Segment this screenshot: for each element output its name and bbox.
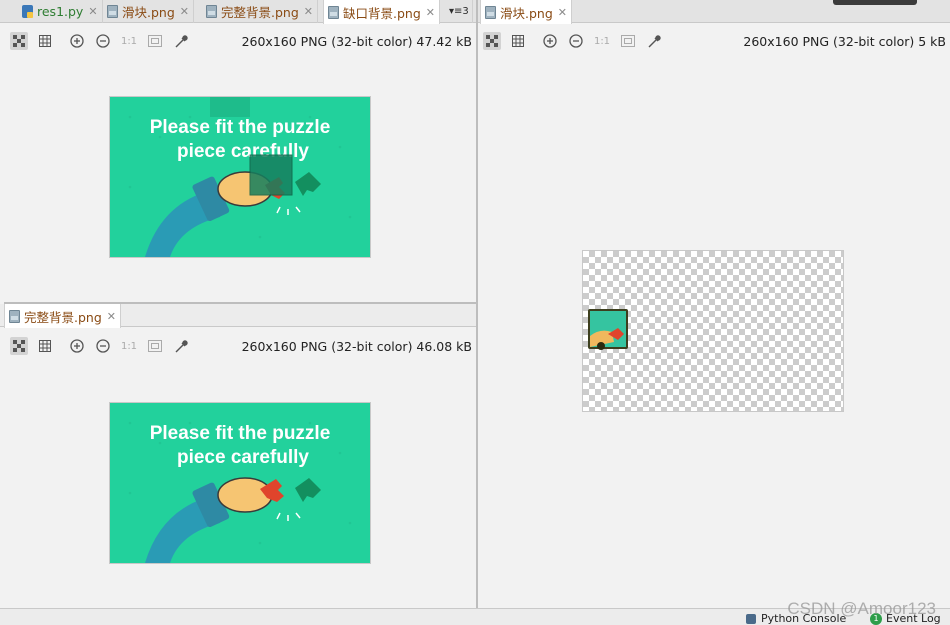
eyedropper-icon[interactable]: [172, 32, 190, 50]
actual-size-button[interactable]: 1:1: [593, 32, 611, 50]
zoom-in-icon[interactable]: [541, 32, 559, 50]
image-toolbar: 1:1 260x160 PNG (32-bit color) 46.08 kB: [0, 333, 476, 359]
image-toolbar: 1:1 260x160 PNG (32-bit color) 5 kB: [478, 28, 950, 54]
python-icon: [746, 613, 756, 624]
gap-background-image: Please fit the puzzle piece carefully: [109, 96, 371, 258]
full-background-image: Please fit the puzzle piece carefully: [109, 402, 371, 564]
tab-overflow-button[interactable]: ▾≡ 3: [446, 0, 473, 23]
image-editor-right: 滑块.png ✕ 1:1 260x160 PNG (32-bit color) …: [478, 0, 950, 608]
editor-tab-bar: res1.py ✕ 滑块.png ✕ 完整背景.png ✕ 缺口背景.png ✕…: [0, 0, 476, 24]
image-info-label: 260x160 PNG (32-bit color) 47.42 kB: [241, 34, 472, 49]
image-caption-line2: piece carefully: [177, 447, 309, 468]
actual-size-button[interactable]: 1:1: [120, 337, 138, 355]
editor-tab-bar: 完整背景.png ✕: [0, 304, 476, 328]
tab-slider-png[interactable]: 滑块.png ✕: [103, 0, 194, 23]
close-icon[interactable]: ✕: [107, 310, 116, 323]
checker-icon[interactable]: [10, 337, 28, 355]
zoom-in-icon[interactable]: [68, 32, 86, 50]
zoom-out-icon[interactable]: [94, 32, 112, 50]
tab-gap-background-png[interactable]: 缺口背景.png ✕: [323, 0, 440, 24]
watermark: CSDN @Amoor123: [787, 599, 936, 618]
close-icon[interactable]: ✕: [88, 5, 97, 18]
close-icon[interactable]: ✕: [426, 6, 435, 19]
editor-tab-bar: 滑块.png ✕: [478, 0, 950, 24]
zoom-in-icon[interactable]: [68, 337, 86, 355]
fit-icon[interactable]: [146, 32, 164, 50]
python-file-icon: [22, 5, 33, 18]
fit-icon[interactable]: [146, 337, 164, 355]
tab-full-background-png[interactable]: 完整背景.png ✕: [4, 304, 121, 328]
grid-icon[interactable]: [36, 337, 54, 355]
grid-icon[interactable]: [36, 32, 54, 50]
zoom-out-icon[interactable]: [94, 337, 112, 355]
image-file-icon: [485, 5, 496, 19]
zoom-out-icon[interactable]: [567, 32, 585, 50]
checker-icon[interactable]: [10, 32, 28, 50]
close-icon[interactable]: ✕: [304, 5, 313, 18]
slider-transparent-image: [582, 250, 844, 412]
image-caption-line1: Please fit the puzzle: [150, 117, 331, 138]
image-editor-top-left: res1.py ✕ 滑块.png ✕ 完整背景.png ✕ 缺口背景.png ✕…: [0, 0, 476, 302]
image-caption-line1: Please fit the puzzle: [150, 423, 331, 444]
actual-size-button[interactable]: 1:1: [120, 32, 138, 50]
grid-icon[interactable]: [509, 32, 527, 50]
image-file-icon: [107, 5, 118, 18]
tab-res1-py[interactable]: res1.py ✕: [18, 0, 103, 23]
fit-icon[interactable]: [619, 32, 637, 50]
tab-full-background-png[interactable]: 完整背景.png ✕: [202, 0, 318, 23]
checker-icon[interactable]: [483, 32, 501, 50]
image-toolbar: 1:1 260x160 PNG (32-bit color) 47.42 kB: [0, 28, 476, 54]
eyedropper-icon[interactable]: [172, 337, 190, 355]
eyedropper-icon[interactable]: [645, 32, 663, 50]
image-info-label: 260x160 PNG (32-bit color) 5 kB: [743, 34, 946, 49]
image-file-icon: [206, 5, 217, 18]
close-icon[interactable]: ✕: [558, 6, 567, 19]
image-file-icon: [9, 309, 20, 323]
window-control-bar[interactable]: [833, 0, 917, 5]
image-file-icon: [328, 5, 339, 19]
tab-list-icon: ▾≡: [449, 6, 463, 17]
close-icon[interactable]: ✕: [180, 5, 189, 18]
tab-slider-png[interactable]: 滑块.png ✕: [480, 0, 572, 24]
image-info-label: 260x160 PNG (32-bit color) 46.08 kB: [241, 339, 472, 354]
image-editor-bottom-left: 完整背景.png ✕ 1:1 260x160 PNG (32-bit color…: [0, 304, 476, 608]
